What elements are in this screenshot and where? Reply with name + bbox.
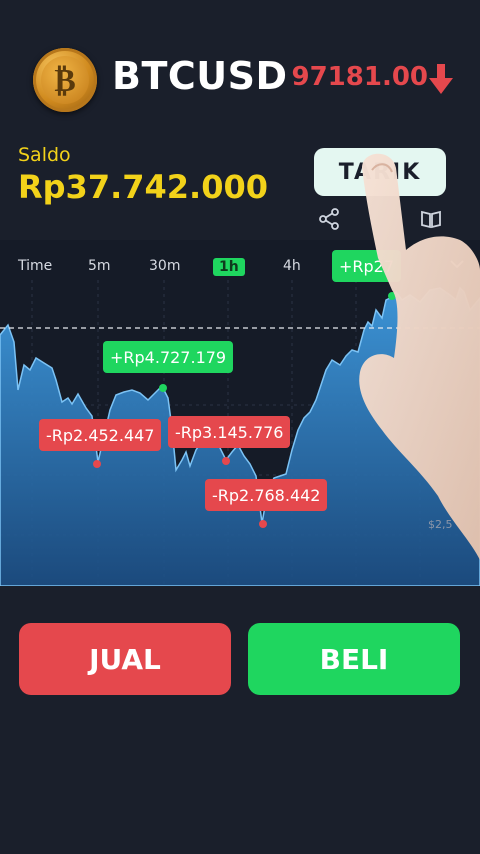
price-chart[interactable] xyxy=(0,240,480,587)
current-price: 97181.00 xyxy=(291,62,428,92)
buy-button[interactable]: BELI xyxy=(248,623,460,695)
trade-profit-tag: +Rp27 xyxy=(332,250,402,282)
bitcoin-symbol: ₿ xyxy=(41,56,89,104)
trade-loss-tag: -Rp2.768.442 xyxy=(205,479,328,511)
timeframe-5m[interactable]: 5m xyxy=(88,258,111,274)
timeframe-1h[interactable]: 1h xyxy=(213,258,245,276)
withdraw-button[interactable]: TARIK xyxy=(314,148,446,196)
timeframe-4h[interactable]: 4h xyxy=(283,258,301,274)
sell-button[interactable]: JUAL xyxy=(19,623,231,695)
trading-pair: BTCUSD xyxy=(112,54,288,98)
trade-loss-tag: -Rp3.145.776 xyxy=(168,416,291,448)
balance-label: Saldo xyxy=(18,144,71,166)
book-icon[interactable] xyxy=(420,208,442,230)
timeframe-time[interactable]: Time xyxy=(18,258,52,274)
timeframe-30m[interactable]: 30m xyxy=(149,258,180,274)
price-scale-label: $2,5 xyxy=(428,518,453,531)
trade-profit-tag: +Rp4.727.179 xyxy=(103,341,234,373)
balance-value: Rp37.742.000 xyxy=(18,168,268,206)
bitcoin-logo: ₿ xyxy=(33,48,97,112)
arrow-down-icon xyxy=(429,64,453,94)
chevron-down-icon[interactable] xyxy=(450,259,464,269)
trade-loss-tag: -Rp2.452.447 xyxy=(39,419,162,451)
chart-canvas xyxy=(0,280,480,587)
share-icon[interactable] xyxy=(318,208,340,230)
